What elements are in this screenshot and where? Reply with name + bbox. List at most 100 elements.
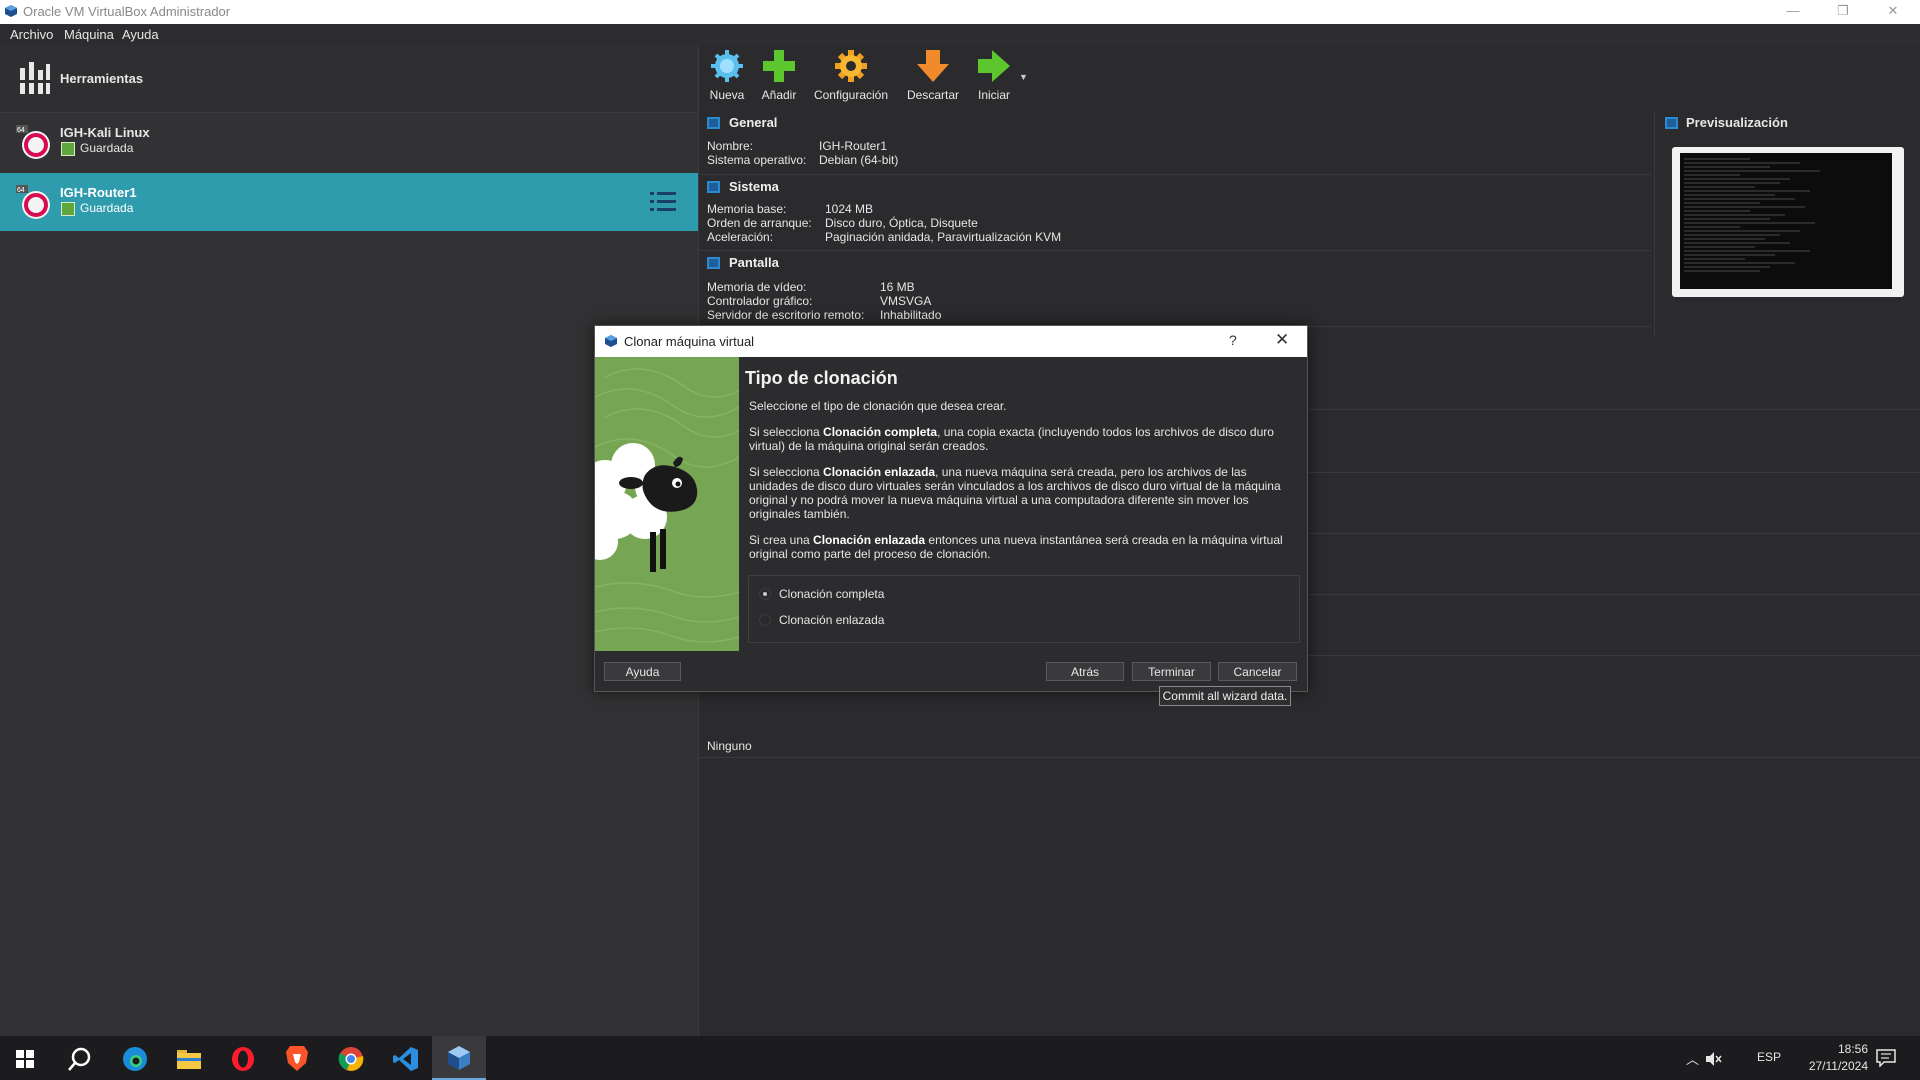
language-indicator[interactable]: ESP xyxy=(1757,1050,1781,1064)
vm-state: Guardada xyxy=(80,141,134,155)
window-title: Oracle VM VirtualBox Administrador xyxy=(23,4,231,19)
new-label: Nueva xyxy=(709,88,745,102)
brave-icon xyxy=(286,1046,308,1071)
detail-key: Nombre: xyxy=(707,139,754,153)
detail-key: Memoria base: xyxy=(707,202,787,216)
edge-icon xyxy=(123,1047,147,1071)
add-icon xyxy=(763,50,795,82)
taskbar-vscode[interactable] xyxy=(380,1036,430,1080)
sheep-image xyxy=(595,357,739,651)
help-icon[interactable]: ? xyxy=(1229,332,1237,348)
speaker-muted-icon[interactable] xyxy=(1706,1052,1722,1066)
clock-time: 18:56 xyxy=(1837,1042,1868,1056)
detail-value: VMSVGA xyxy=(880,294,932,308)
menu-ayuda[interactable]: Ayuda xyxy=(122,27,159,42)
section-system-header[interactable]: Sistema xyxy=(707,179,779,194)
start-label: Iniciar xyxy=(977,88,1010,102)
description-value: Ninguno xyxy=(707,739,752,753)
clock-date: 27/11/2024 xyxy=(1808,1059,1868,1073)
display-icon xyxy=(707,257,720,269)
vscode-icon xyxy=(393,1047,418,1071)
new-machine-icon xyxy=(711,50,743,82)
start-button[interactable]: Iniciar xyxy=(971,48,1017,102)
vm-menu-icon[interactable] xyxy=(650,190,676,214)
taskbar-virtualbox[interactable] xyxy=(432,1036,486,1080)
vm-name: IGH-Router1 xyxy=(60,185,137,200)
detail-value: Debian (64-bit) xyxy=(819,153,899,167)
clone-type-group: Clonación completa Clonación enlazada xyxy=(748,575,1300,643)
close-icon[interactable]: ✕ xyxy=(1275,330,1289,350)
tools-label: Herramientas xyxy=(60,71,144,86)
menu-maquina[interactable]: Máquina xyxy=(64,27,114,42)
preview-header[interactable]: Previsualización xyxy=(1665,115,1788,130)
radio-indicator[interactable] xyxy=(759,588,771,600)
dialog-intro-text: Seleccione el tipo de clonación que dese… xyxy=(749,399,1007,413)
gear-icon xyxy=(835,50,867,82)
finish-button[interactable]: Terminar xyxy=(1132,662,1211,681)
detail-value: Inhabilitado xyxy=(880,308,942,322)
start-arrow-icon xyxy=(978,50,1010,82)
clock[interactable]: 18:56 27/11/2024 xyxy=(1792,1041,1868,1075)
settings-button[interactable]: Configuración xyxy=(811,48,891,102)
taskbar-chrome[interactable] xyxy=(326,1036,376,1080)
add-button[interactable]: Añadir xyxy=(757,48,801,102)
svg-text:64: 64 xyxy=(17,127,25,134)
taskbar-edge[interactable] xyxy=(110,1036,160,1080)
section-display-header[interactable]: Pantalla xyxy=(707,255,779,270)
detail-value: 1024 MB xyxy=(825,202,874,216)
sheep-illustration xyxy=(595,357,739,651)
detail-key: Sistema operativo: xyxy=(707,153,807,167)
system-icon xyxy=(707,181,720,193)
radio-indicator[interactable] xyxy=(759,614,771,626)
detail-key: Controlador gráfico: xyxy=(707,294,813,308)
preview-frame xyxy=(1672,147,1904,297)
detail-key: Memoria de vídeo: xyxy=(707,280,807,294)
debian-os-icon: 64 xyxy=(16,185,50,219)
vm-item-router1[interactable]: 64 IGH-Router1 Guardada xyxy=(0,173,698,231)
vm-item-kali[interactable]: 64 IGH-Kali Linux Guardada xyxy=(0,113,698,171)
folder-icon xyxy=(177,1050,201,1069)
dialog-titlebar: Clonar máquina virtual ? ✕ xyxy=(595,326,1307,357)
minimize-button[interactable]: — xyxy=(1770,0,1816,24)
help-button[interactable]: Ayuda xyxy=(604,662,681,681)
dialog-title: Clonar máquina virtual xyxy=(624,334,755,349)
taskbar-file-explorer[interactable] xyxy=(164,1036,214,1080)
snapshot-note: Si crea una Clonación enlazada entonces … xyxy=(749,533,1283,561)
restore-button[interactable]: ❐ xyxy=(1820,0,1866,24)
discard-label: Descartar xyxy=(906,88,959,102)
linked-clone-description: Si selecciona Clonación enlazada, una nu… xyxy=(749,465,1281,521)
tools-item[interactable]: Herramientas xyxy=(0,46,698,113)
general-icon xyxy=(707,117,720,129)
section-general-header[interactable]: General xyxy=(707,115,777,130)
virtualbox-icon xyxy=(605,335,617,347)
discard-button[interactable]: Descartar xyxy=(903,48,963,102)
clone-vm-dialog: Clonar máquina virtual ? ✕ Tipo de clona… xyxy=(594,325,1308,692)
radio-label: Clonación completa xyxy=(779,587,885,601)
discard-arrow-icon xyxy=(917,50,949,82)
section-general: General Nombre: IGH-Router1 Sistema oper… xyxy=(699,111,1651,175)
saved-state-icon xyxy=(61,142,75,156)
start-menu-button[interactable] xyxy=(0,1036,50,1080)
main-toolbar: Nueva Añadir Configuración Descartar Ini… xyxy=(699,46,1920,112)
new-button[interactable]: Nueva xyxy=(705,48,749,102)
search-icon xyxy=(68,1047,91,1071)
start-dropdown-icon[interactable]: ▼ xyxy=(1019,72,1028,82)
full-clone-description: Si selecciona Clonación completa, una co… xyxy=(749,425,1274,453)
menu-archivo[interactable]: Archivo xyxy=(10,27,53,42)
radio-label: Clonación enlazada xyxy=(779,613,885,627)
taskbar-opera[interactable] xyxy=(218,1036,268,1080)
taskbar-brave[interactable] xyxy=(272,1036,322,1080)
taskbar-search[interactable] xyxy=(54,1036,104,1080)
back-button[interactable]: Atrás xyxy=(1046,662,1124,681)
detail-key: Aceleración: xyxy=(707,230,774,244)
preview-icon xyxy=(1665,117,1678,129)
cancel-button[interactable]: Cancelar xyxy=(1218,662,1297,681)
notifications-icon[interactable] xyxy=(1876,1049,1896,1067)
vm-state: Guardada xyxy=(80,201,134,215)
detail-value: IGH-Router1 xyxy=(819,139,888,153)
finish-tooltip: Commit all wizard data. xyxy=(1159,686,1291,706)
section-system: Sistema Memoria base: 1024 MB Orden de a… xyxy=(699,175,1651,251)
chevron-up-icon[interactable]: ︿ xyxy=(1686,1049,1699,1068)
close-window-button[interactable]: ✕ xyxy=(1870,0,1916,24)
section-display: Pantalla Memoria de vídeo: 16 MB Control… xyxy=(699,251,1651,327)
